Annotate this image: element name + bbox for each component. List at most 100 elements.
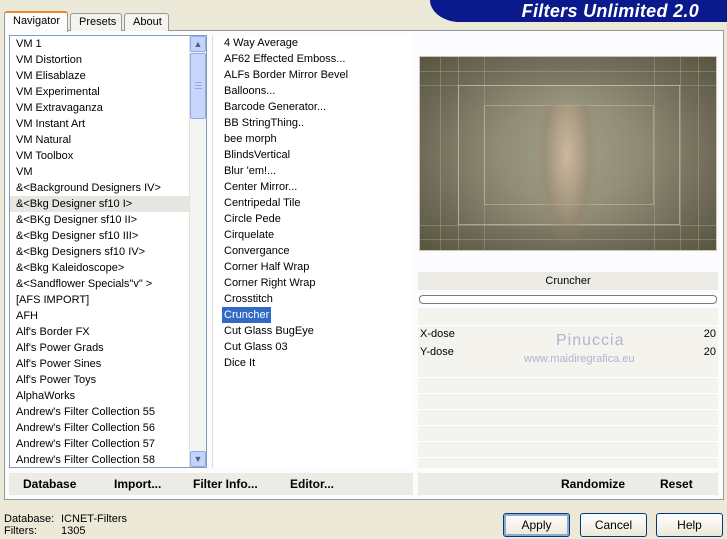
help-button[interactable]: Help [656,513,723,537]
category-item[interactable]: VM Extravaganza [10,100,191,116]
chevron-up-icon: ▲ [193,39,203,49]
database-button[interactable]: Database [23,477,76,491]
category-item[interactable]: VM Instant Art [10,116,191,132]
category-item[interactable]: &<Bkg Designer sf10 III> [10,228,191,244]
category-item[interactable]: &<BKg Designer sf10 II> [10,212,191,228]
tab-about[interactable]: About [124,13,169,31]
filter-item[interactable]: BB StringThing.. [213,115,413,131]
filter-item-label: Barcode Generator... [224,101,327,113]
category-item[interactable]: VM 1 [10,36,191,52]
param-slot [418,442,718,458]
reset-button[interactable]: Reset [660,477,693,491]
app-title: Filters Unlimited 2.0 [521,1,699,21]
filter-item[interactable]: Crosstitch [213,291,413,307]
filter-item-label: Corner Right Wrap [224,277,316,289]
filter-item[interactable]: Balloons... [213,83,413,99]
filter-item-label: ALFs Border Mirror Bevel [224,69,349,81]
cancel-button[interactable]: Cancel [580,513,647,537]
filter-item-label: Blur 'em!... [224,165,277,177]
filter-item-label: Corner Half Wrap [224,261,310,273]
category-item[interactable]: &<Bkg Designers sf10 IV> [10,244,191,260]
filter-item-label: Convergance [224,245,290,257]
filter-item-label: AF62 Effected Emboss... [224,53,346,65]
filter-info-button[interactable]: Filter Info... [193,477,258,491]
category-item[interactable]: [AFS IMPORT] [10,292,191,308]
status-label: Filters: [4,525,37,537]
chevron-down-icon: ▼ [193,454,203,464]
param-value: 20 [703,346,716,358]
filter-item[interactable]: Blur 'em!... [213,163,413,179]
filter-item[interactable]: Center Mirror... [213,179,413,195]
filter-item-label: Dice It [224,357,256,369]
filter-item[interactable]: Corner Half Wrap [213,259,413,275]
filter-item-selected[interactable]: Cruncher [213,307,413,323]
status-value: 1305 [61,525,86,537]
filter-item[interactable]: Circle Pede [213,211,413,227]
filter-item[interactable]: Cirquelate [213,227,413,243]
apply-button[interactable]: Apply [503,513,570,537]
left-toolbar: Database Import... Filter Info... Editor… [9,473,413,495]
category-item[interactable]: AFH [10,308,191,324]
filter-item[interactable]: Cut Glass 03 [213,339,413,355]
param-label: Y-dose [420,346,454,358]
category-item[interactable]: &<Bkg Kaleidoscope> [10,260,191,276]
preview-image [419,56,717,251]
category-item[interactable]: &<Background Designers IV> [10,180,191,196]
category-item[interactable]: &<Bkg Designer sf10 I> [10,196,191,212]
category-item[interactable]: &<Sandflower Specials"v" > [10,276,191,292]
category-item[interactable]: Andrew's Filter Collection 58 [10,452,191,467]
scroll-thumb[interactable] [190,53,206,119]
editor-button[interactable]: Editor... [290,477,334,491]
category-item[interactable]: Andrew's Filter Collection 57 [10,436,191,452]
filter-item[interactable]: bee morph [213,131,413,147]
filter-item[interactable]: Dice It [213,355,413,371]
category-item[interactable]: VM Distortion [10,52,191,68]
category-item[interactable]: Alf's Power Toys [10,372,191,388]
filter-item-label: Cruncher [222,307,272,323]
grip-line [195,82,202,83]
category-item[interactable]: VM Experimental [10,84,191,100]
param-slot [418,394,718,410]
filter-item[interactable]: AF62 Effected Emboss... [213,51,413,67]
filter-item[interactable]: Corner Right Wrap [213,275,413,291]
filter-item-label: Circle Pede [224,213,281,225]
filter-item[interactable]: Centripedal Tile [213,195,413,211]
category-item[interactable]: AlphaWorks [10,388,191,404]
filter-item-label: Cirquelate [224,229,275,241]
category-item[interactable]: Andrew's Filter Collection 56 [10,420,191,436]
filter-item-label: Cut Glass BugEye [224,325,314,337]
filter-list[interactable]: 4 Way Average AF62 Effected Emboss... ALFs… [212,35,412,468]
watermark-url: www.maidiregrafica.eu [524,353,635,365]
filter-item[interactable]: Barcode Generator... [213,99,413,115]
filter-items: 4 Way Average AF62 Effected Emboss... ALFs… [213,35,413,371]
tab-navigator[interactable]: Navigator [4,11,68,32]
scroll-up-button[interactable]: ▲ [190,36,206,52]
category-item[interactable]: Alf's Border FX [10,324,191,340]
category-item[interactable]: Alf's Power Sines [10,356,191,372]
randomize-button[interactable]: Randomize [561,477,625,491]
category-scrollbar[interactable]: ▲ ▼ [189,36,206,467]
category-item[interactable]: VM Natural [10,132,191,148]
grip-line [195,88,202,89]
filter-item[interactable]: 4 Way Average [213,35,413,51]
import-button[interactable]: Import... [114,477,161,491]
category-item[interactable]: Andrew's Filter Collection 55 [10,404,191,420]
category-items: VM 1 VM Distortion VM Elisablaze VM Experim… [10,36,191,467]
filter-item-label: Balloons... [224,85,276,97]
filter-item[interactable]: ALFs Border Mirror Bevel [213,67,413,83]
param-label: X-dose [420,328,455,340]
tab-presets[interactable]: Presets [70,13,122,31]
grip-line [195,85,202,86]
category-item[interactable]: VM [10,164,191,180]
param-value: 20 [703,328,716,340]
category-item[interactable]: VM Elisablaze [10,68,191,84]
filter-item[interactable]: Convergance [213,243,413,259]
filter-item-label: Cut Glass 03 [224,341,288,353]
filter-item[interactable]: Cut Glass BugEye [213,323,413,339]
category-list[interactable]: VM 1 VM Distortion VM Elisablaze VM Experim… [9,35,207,468]
filter-item-label: Center Mirror... [224,181,298,193]
filter-item[interactable]: BlindsVertical [213,147,413,163]
category-item[interactable]: Alf's Power Grads [10,340,191,356]
category-item[interactable]: VM Toolbox [10,148,191,164]
scroll-down-button[interactable]: ▼ [190,451,206,467]
